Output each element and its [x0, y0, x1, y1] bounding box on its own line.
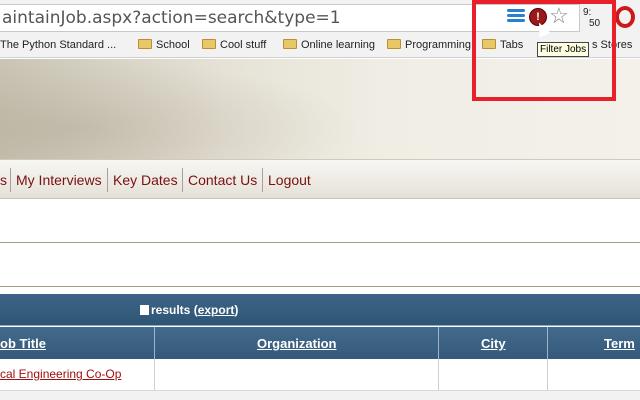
cell-term [548, 359, 640, 391]
folder-icon [387, 39, 401, 49]
cell-city [439, 359, 548, 391]
url-text: aintainJob.aspx?action=search&type=1 [2, 8, 341, 28]
bookmark-label: Online learning [301, 39, 375, 51]
export-paren-close: ) [234, 303, 239, 317]
bookmark-label: School [156, 39, 190, 51]
annotation-highlight-box [472, 0, 616, 101]
column-header-job-title[interactable]: ob Title [0, 327, 155, 359]
main-nav: s My Interviews Key Dates Contact Us Log… [0, 159, 640, 199]
table-header-row: ob Title Organization City Term [0, 327, 640, 359]
export-link[interactable]: export [198, 303, 235, 317]
column-header-organization[interactable]: Organization [155, 327, 439, 359]
nav-item-my-interviews[interactable]: My Interviews [16, 172, 102, 188]
folder-icon [138, 39, 152, 49]
nav-separator [262, 168, 263, 192]
nav-item-key-dates[interactable]: Key Dates [113, 172, 178, 188]
job-title-link[interactable]: cal Engineering Co-Op [0, 367, 121, 381]
folder-icon [283, 39, 297, 49]
content-divider [0, 286, 640, 287]
bookmark-folder-programming[interactable]: Programming [387, 39, 471, 51]
sort-term-link[interactable]: Term [604, 336, 635, 351]
results-label: results [151, 303, 191, 317]
folder-icon [202, 39, 216, 49]
sort-city-link[interactable]: City [481, 336, 506, 351]
opera-extension-icon[interactable] [615, 6, 635, 28]
bookmark-label: Cool stuff [220, 39, 267, 51]
cell-job-title: cal Engineering Co-Op [0, 359, 155, 391]
nav-item-contact-us[interactable]: Contact Us [188, 172, 257, 188]
nav-separator [182, 168, 183, 192]
nav-separator [107, 168, 108, 192]
nav-item-logout[interactable]: Logout [268, 172, 311, 188]
column-header-term[interactable]: Term [548, 327, 640, 359]
results-count-icon [140, 305, 149, 315]
content-divider [0, 242, 640, 243]
results-summary: results (export) [140, 303, 238, 317]
cell-organization [155, 359, 439, 391]
sort-job-title-link[interactable]: ob Title [0, 336, 46, 351]
sort-organization-link[interactable]: Organization [257, 336, 336, 351]
bookmark-label: The Python Standard ... [0, 39, 117, 51]
bookmark-label: Programming [405, 39, 472, 51]
nav-item-partial[interactable]: s [0, 172, 7, 188]
bookmark-python-docs[interactable]: The Python Standard ... [0, 39, 116, 51]
bookmark-folder-school[interactable]: School [138, 39, 190, 51]
table-row: cal Engineering Co-Op [0, 359, 640, 391]
bookmark-folder-online-learning[interactable]: Online learning [283, 39, 375, 51]
column-header-city[interactable]: City [439, 327, 548, 359]
bookmark-folder-cool-stuff[interactable]: Cool stuff [202, 39, 266, 51]
results-bar: results (export) [0, 294, 640, 326]
nav-separator [10, 168, 11, 192]
table-row [0, 391, 640, 400]
